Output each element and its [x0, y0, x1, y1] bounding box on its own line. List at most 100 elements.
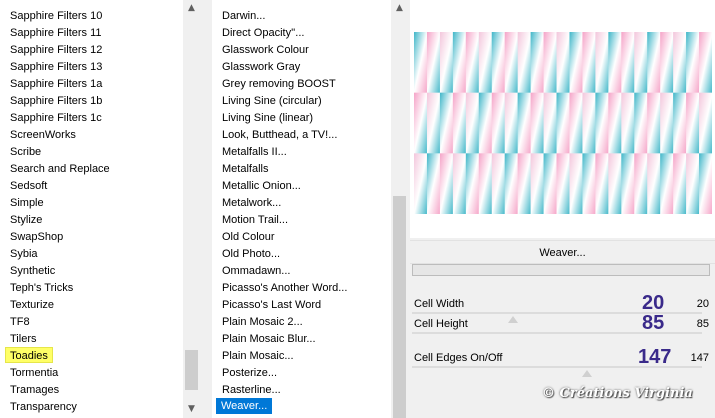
- weave-cell: [686, 153, 700, 214]
- weave-cell: [504, 32, 519, 94]
- weave-cell: [673, 32, 687, 94]
- list-item[interactable]: Posterize...: [218, 365, 281, 381]
- weave-cell: [634, 92, 648, 154]
- list-item[interactable]: Teph's Tricks: [6, 280, 77, 296]
- param-value[interactable]: 147: [691, 352, 709, 364]
- list-item[interactable]: Metalfalls II...: [218, 144, 291, 160]
- list-item[interactable]: Metalwork...: [218, 195, 285, 211]
- weave-cell: [608, 32, 622, 94]
- category-scroll-thumb[interactable]: [185, 350, 198, 390]
- weave-cell: [491, 92, 506, 154]
- weave-cell: [517, 32, 532, 94]
- list-item[interactable]: Plain Mosaic...: [218, 348, 298, 364]
- weave-cell: [621, 153, 635, 214]
- list-item[interactable]: ScreenWorks: [6, 127, 80, 143]
- list-item[interactable]: Scribe: [6, 144, 45, 160]
- list-item[interactable]: Plain Mosaic Blur...: [218, 331, 320, 347]
- list-item[interactable]: Ommadawn...: [218, 263, 294, 279]
- list-item[interactable]: Sapphire Filters 1b: [6, 93, 106, 109]
- category-list[interactable]: Sapphire Filters 10 Sapphire Filters 11 Sa…: [0, 0, 183, 418]
- weave-cell: [673, 92, 687, 154]
- weave-cell: [439, 32, 454, 94]
- list-item[interactable]: TF8: [6, 314, 34, 330]
- list-item[interactable]: Sapphire Filters 10: [6, 8, 106, 24]
- list-item[interactable]: Look, Butthead, a TV!...: [218, 127, 341, 143]
- list-item[interactable]: Synthetic: [6, 263, 59, 279]
- weave-cell: [621, 92, 635, 154]
- list-item[interactable]: SwapShop: [6, 229, 67, 245]
- slider-track[interactable]: [412, 332, 702, 334]
- weave-cell: [414, 92, 428, 154]
- list-item[interactable]: Grey removing BOOST: [218, 76, 340, 92]
- weave-cell: [439, 92, 454, 154]
- list-item[interactable]: Sapphire Filters 11: [6, 25, 106, 41]
- list-item[interactable]: Simple: [6, 195, 48, 211]
- list-item[interactable]: Glasswork Colour: [218, 42, 313, 58]
- list-item[interactable]: Toadies: [5, 347, 53, 363]
- param-value[interactable]: 20: [697, 298, 709, 310]
- category-scrollbar[interactable]: ▲ ▼: [183, 0, 200, 418]
- list-item[interactable]: Sapphire Filters 1a: [6, 76, 106, 92]
- weave-cell: [426, 32, 441, 94]
- weave-cell: [478, 32, 493, 94]
- list-item[interactable]: Texturize: [6, 297, 58, 313]
- list-item[interactable]: Living Sine (linear): [218, 110, 317, 126]
- weave-cell: [686, 32, 700, 94]
- weave-cell: [595, 153, 609, 214]
- list-item[interactable]: Sedsoft: [6, 178, 51, 194]
- weave-cell: [517, 153, 532, 214]
- list-item[interactable]: Rasterline...: [218, 382, 285, 398]
- param-label: Cell Edges On/Off: [414, 352, 503, 364]
- chevron-up-icon[interactable]: ▲: [183, 0, 200, 17]
- weave-cell: [582, 153, 596, 214]
- list-item[interactable]: Tilers: [6, 331, 40, 347]
- list-item[interactable]: Metallic Onion...: [218, 178, 305, 194]
- list-item[interactable]: Sybia: [6, 246, 42, 262]
- param-cell-height: Cell Height 85 85: [412, 312, 715, 338]
- list-item[interactable]: Tormentia: [6, 365, 62, 381]
- weave-cell: [452, 153, 467, 214]
- weave-cell: [686, 92, 700, 154]
- list-item[interactable]: Plain Mosaic 2...: [218, 314, 307, 330]
- filter-scroll-thumb[interactable]: [393, 196, 406, 418]
- list-item[interactable]: Direct Opacity''...: [218, 25, 308, 41]
- list-item[interactable]: Stylize: [6, 212, 46, 228]
- list-item[interactable]: Darwin...: [218, 8, 269, 24]
- list-item[interactable]: Transparency: [6, 399, 81, 415]
- list-item[interactable]: Tramages: [6, 382, 63, 398]
- param-value[interactable]: 85: [697, 318, 709, 330]
- list-item[interactable]: Picasso's Another Word...: [218, 280, 351, 296]
- filter-scrollbar[interactable]: ▲: [391, 0, 408, 418]
- filter-list[interactable]: Darwin... Direct Opacity''... Glasswork Co…: [212, 0, 391, 418]
- weave-cell: [556, 32, 570, 94]
- weave-cell: [465, 153, 480, 214]
- param-label: Cell Width: [414, 298, 465, 310]
- weave-cell: [647, 32, 661, 94]
- list-item[interactable]: Picasso's Last Word: [218, 297, 325, 313]
- weave-cell: [426, 92, 441, 154]
- list-item[interactable]: Motion Trail...: [218, 212, 292, 228]
- list-item[interactable]: Living Sine (circular): [218, 93, 326, 109]
- list-item[interactable]: Glasswork Gray: [218, 59, 304, 75]
- list-item[interactable]: Sapphire Filters 12: [6, 42, 106, 58]
- weave-cell: [556, 153, 570, 214]
- list-item[interactable]: Search and Replace: [6, 161, 114, 177]
- slider-thumb[interactable]: [582, 370, 592, 377]
- preview-frame: [410, 0, 715, 238]
- list-item[interactable]: Sapphire Filters 1c: [6, 110, 106, 126]
- list-item[interactable]: Sapphire Filters 13: [6, 59, 106, 75]
- weave-cell: [647, 153, 661, 214]
- slider-track[interactable]: [412, 366, 702, 368]
- list-item[interactable]: Metalfalls: [218, 161, 272, 177]
- chevron-up-icon[interactable]: ▲: [391, 0, 408, 17]
- list-item[interactable]: Old Colour: [218, 229, 279, 245]
- weave-cell: [504, 92, 519, 154]
- list-item[interactable]: Weaver...: [216, 398, 273, 414]
- weave-cell: [426, 153, 441, 214]
- list-item[interactable]: Old Photo...: [218, 246, 284, 262]
- weave-cell: [543, 92, 558, 154]
- chevron-down-icon[interactable]: ▼: [183, 401, 200, 418]
- weave-cell: [621, 32, 635, 94]
- filter-list-panel: Darwin... Direct Opacity''... Glasswork Co…: [212, 0, 408, 418]
- weave-cell: [595, 32, 609, 94]
